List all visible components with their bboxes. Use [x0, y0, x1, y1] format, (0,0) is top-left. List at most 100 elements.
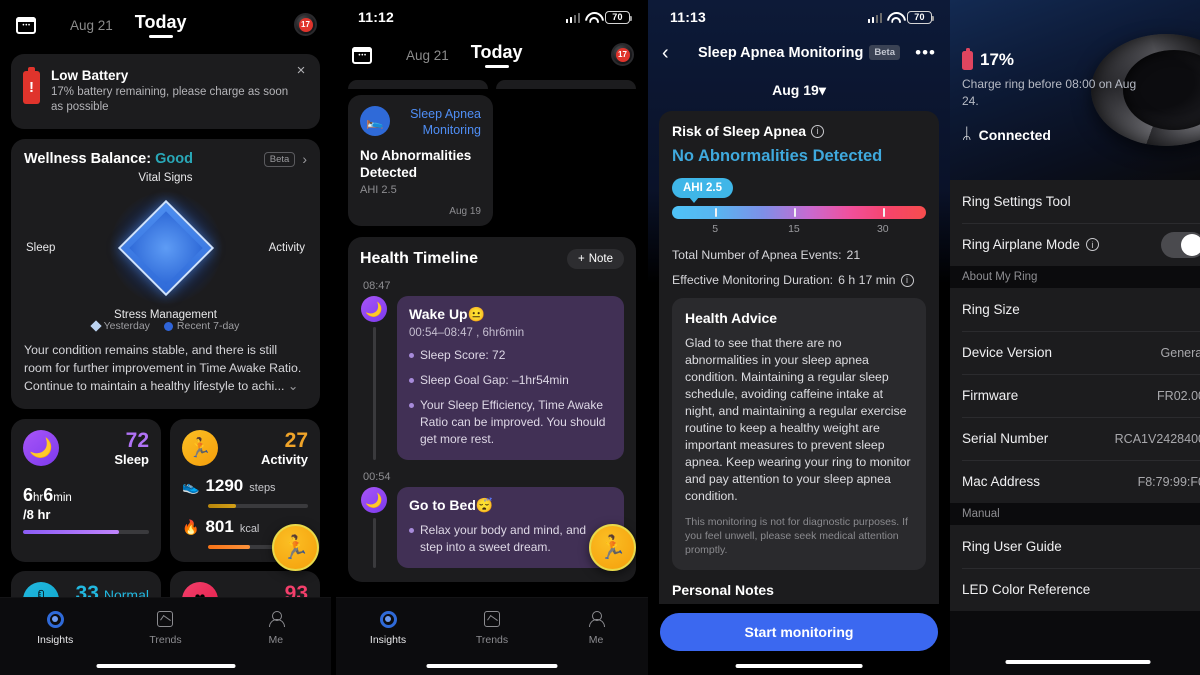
- sleep-minutes: 6: [43, 485, 54, 505]
- tab-label: Insights: [37, 634, 74, 646]
- me-icon: [585, 608, 607, 630]
- metric-value-block: 72 Sleep: [114, 429, 149, 468]
- row-mac-address[interactable]: Mac Address F8:79:99:F0: [950, 460, 1200, 503]
- gauge-tick-label: 15: [788, 223, 800, 235]
- timeline-bullet: Sleep Score: 72: [409, 347, 612, 364]
- tab-me[interactable]: Me: [221, 608, 331, 646]
- metric-value: 72: [125, 429, 149, 452]
- total-events-row: Total Number of Apnea Events: 21: [672, 248, 926, 262]
- row-led-color-reference[interactable]: LED Color Reference: [950, 568, 1200, 611]
- activity-run-icon: 🏃: [182, 430, 218, 466]
- date-label: Aug 19: [772, 82, 819, 98]
- trends-icon: [154, 608, 176, 630]
- date-today-tab[interactable]: Today: [471, 42, 522, 68]
- ring-battery-badge[interactable]: 17: [611, 43, 634, 66]
- kcal-unit: kcal: [239, 523, 260, 535]
- back-icon[interactable]: ‹: [662, 43, 669, 63]
- apnea-date: Aug 19: [449, 206, 481, 217]
- timeline-entry[interactable]: 🌙 Wake Up😐 00:54–08:47 , 6hr6min Sleep S…: [360, 296, 624, 460]
- date-today-tab[interactable]: Today: [135, 12, 186, 38]
- status-time: 11:13: [670, 9, 707, 25]
- steps-row: 👟 1290 steps: [182, 476, 308, 496]
- row-firmware[interactable]: Firmware FR02.00: [950, 374, 1200, 417]
- timeline-connector: [372, 518, 376, 568]
- add-note-button[interactable]: + Note: [566, 249, 624, 269]
- tab-trends[interactable]: Trends: [110, 608, 220, 646]
- me-icon: [265, 608, 287, 630]
- charge-note: Charge ring before 08:00 on Aug 24.: [962, 77, 1137, 108]
- date-prev-button[interactable]: Aug 21: [406, 48, 449, 63]
- cellular-signal-icon: [565, 12, 580, 23]
- tab-me[interactable]: Me: [544, 608, 648, 646]
- progress-fill: [208, 504, 236, 508]
- app-header: Aug 21 Today 17: [0, 4, 331, 46]
- tab-insights[interactable]: Insights: [336, 608, 440, 646]
- start-monitoring-button[interactable]: Start monitoring: [660, 613, 938, 651]
- date-prev-button[interactable]: Aug 21: [70, 18, 113, 33]
- panel3-scroll-area[interactable]: Risk of Sleep Apnea i No Abnormalities D…: [648, 111, 950, 604]
- calendar-icon[interactable]: [16, 16, 36, 34]
- tab-insights[interactable]: Insights: [0, 608, 110, 646]
- section-title: Manual: [962, 508, 1000, 520]
- timeline-connector: [372, 327, 376, 460]
- row-label: Firmware: [962, 388, 1019, 403]
- row-ring-user-guide[interactable]: Ring User Guide: [950, 525, 1200, 568]
- row-serial-number[interactable]: Serial Number RCA1V2428400: [950, 417, 1200, 460]
- wellness-status: Good: [155, 151, 193, 167]
- go-to-bed-icon: 🌙: [361, 487, 387, 513]
- panel-health-timeline: 11:12 70 Aug 21 Today 17: [336, 0, 648, 675]
- date-selector[interactable]: Aug 19▾: [648, 72, 950, 111]
- page-title-text: Sleep Apnea Monitoring: [697, 45, 864, 61]
- info-icon[interactable]: i: [900, 273, 914, 287]
- close-icon[interactable]: ×: [293, 63, 309, 79]
- expand-chevron-icon[interactable]: ⌄: [288, 379, 298, 393]
- low-battery-alert: Low Battery 17% battery remaining, pleas…: [11, 54, 320, 129]
- wellness-balance-card[interactable]: Wellness Balance: Good Beta › Vital Sign…: [11, 139, 320, 409]
- metric-top: 🌙 72 Sleep: [23, 430, 149, 467]
- progress-fill: [23, 530, 119, 534]
- timeline-bullet: Relax your body and mind, and step into …: [409, 522, 612, 556]
- radar-label-left: Sleep: [26, 242, 56, 254]
- peek-card-left: [348, 80, 488, 89]
- row-label: Serial Number: [962, 431, 1049, 446]
- row-label: Ring Airplane Mode i: [962, 237, 1099, 252]
- wellness-summary-text: Your condition remains stable, and there…: [24, 341, 307, 395]
- timeline-rail: 🌙: [360, 296, 388, 460]
- row-ring-size[interactable]: Ring Size: [950, 288, 1200, 331]
- row-device-version[interactable]: Device Version General: [950, 331, 1200, 374]
- metric-label: Activity: [261, 452, 308, 467]
- radar-label-top: Vital Signs: [138, 172, 193, 184]
- sleep-minutes-unit: min: [53, 492, 72, 504]
- ahi-value-bubble: AHI 2.5: [672, 178, 733, 203]
- status-time: 11:12: [358, 9, 395, 25]
- gauge-tick: [715, 208, 718, 217]
- timeline-entry[interactable]: 🌙 Go to Bed😴 Relax your body and mind, a…: [360, 487, 624, 568]
- panel2-scroll-area[interactable]: 🛌 Sleep Apnea Monitoring No Abnormalitie…: [336, 76, 648, 675]
- calendar-icon[interactable]: [352, 46, 372, 64]
- ring-battery-badge[interactable]: 17: [294, 13, 317, 36]
- apnea-ahi: AHI 2.5: [360, 184, 397, 196]
- ahi-gauge-bar: [672, 206, 926, 219]
- info-icon[interactable]: i: [1085, 238, 1099, 251]
- chevron-right-icon[interactable]: ›: [302, 151, 307, 167]
- row-ring-settings-tool[interactable]: Ring Settings Tool: [950, 180, 1200, 223]
- risk-card: Risk of Sleep Apnea i No Abnormalities D…: [659, 111, 939, 604]
- metric-card-sleep[interactable]: 🌙 72 Sleep 6hr6min /8 hr: [11, 419, 161, 562]
- apnea-status: No Abnormalities Detected: [360, 148, 472, 180]
- timeline-rail: 🌙: [360, 487, 388, 568]
- progress-fill: [208, 545, 250, 549]
- run-workout-fab[interactable]: 🏃: [589, 524, 636, 571]
- gauge-tick-label: 5: [712, 223, 719, 235]
- row-ring-airplane-mode[interactable]: Ring Airplane Mode i: [950, 223, 1200, 266]
- more-options-icon[interactable]: •••: [915, 44, 936, 61]
- timeline-event-title: Go to Bed😴: [409, 497, 612, 514]
- info-icon[interactable]: i: [811, 124, 825, 138]
- tab-trends[interactable]: Trends: [440, 608, 544, 646]
- run-workout-fab[interactable]: 🏃: [272, 524, 319, 571]
- panel-ring-settings: 17% Charge ring before 08:00 on Aug 24. …: [950, 0, 1200, 675]
- row-label: Ring Settings Tool: [962, 194, 1071, 209]
- airplane-mode-toggle[interactable]: [1161, 231, 1200, 258]
- timeline-bullet: Your Sleep Efficiency, Time Awake Ratio …: [409, 397, 612, 448]
- personal-notes-heading: Personal Notes: [672, 582, 774, 598]
- sleep-apnea-summary-card[interactable]: 🛌 Sleep Apnea Monitoring No Abnormalitie…: [348, 95, 493, 226]
